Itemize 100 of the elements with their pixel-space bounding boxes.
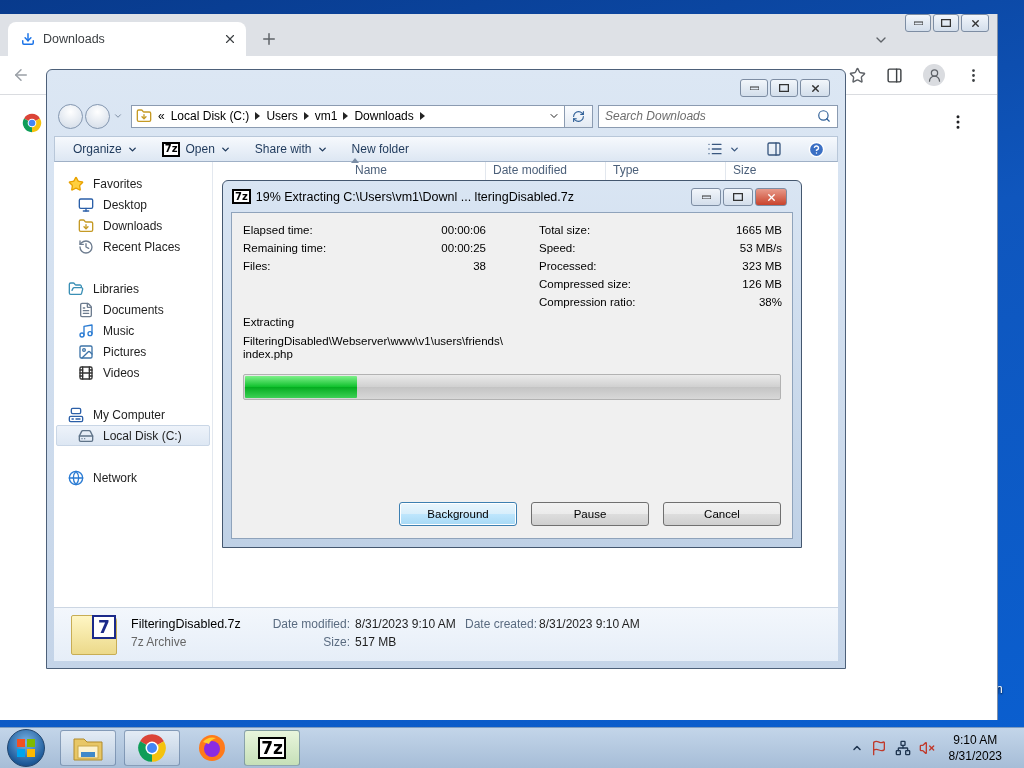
maximize-button[interactable] xyxy=(723,188,753,206)
chevron-icon[interactable] xyxy=(303,112,309,120)
stat-value: 126 MB xyxy=(741,278,782,290)
search-field[interactable]: Search Downloads xyxy=(605,105,813,127)
address-bar[interactable]: « Local Disk (C:) Users vm1 Downloads xyxy=(131,104,566,128)
minimize-icon xyxy=(913,21,923,25)
nav-item[interactable]: Local Disk (C:) xyxy=(56,425,210,446)
overflow-chevron[interactable]: « xyxy=(158,109,165,123)
close-icon xyxy=(809,82,821,94)
preview-pane-icon[interactable] xyxy=(766,141,782,157)
stat-label: Total size: xyxy=(539,224,592,236)
app-logo: 7z xyxy=(258,737,286,759)
taskbar-button[interactable]: 7z xyxy=(244,730,300,766)
stat-label: Files: xyxy=(243,260,272,272)
nav-item[interactable]: Network xyxy=(56,467,210,488)
stat-label: Speed: xyxy=(539,242,577,254)
status-text: Extracting xyxy=(243,315,296,329)
clock-time[interactable]: 9:10 AM xyxy=(953,732,998,748)
stat-value: 00:00:06 xyxy=(441,224,486,236)
view-options-icon[interactable] xyxy=(707,141,723,157)
close-icon xyxy=(969,17,981,29)
back-icon[interactable] xyxy=(12,66,30,84)
stat-value: 38% xyxy=(757,296,782,308)
browser-tab[interactable]: Downloads xyxy=(8,22,246,56)
dialog-button[interactable]: Pause xyxy=(531,502,649,526)
column-header[interactable]: Name xyxy=(348,162,485,180)
stat-label: Elapsed time: xyxy=(243,224,314,236)
breadcrumb-item[interactable]: Users xyxy=(266,109,298,123)
nav-item[interactable]: My Computer xyxy=(56,404,210,425)
toolbar-button[interactable]: 7z Open xyxy=(153,138,239,160)
taskbar-button[interactable] xyxy=(60,730,116,766)
maximize-icon xyxy=(733,193,743,201)
maximize-button[interactable] xyxy=(770,79,798,97)
maximize-icon xyxy=(779,84,789,92)
nav-item[interactable]: Downloads xyxy=(56,215,210,236)
nav-item[interactable]: Recent Places xyxy=(56,236,210,257)
stat-label: Remaining time: xyxy=(243,242,328,254)
app-logo: 7z xyxy=(161,141,181,157)
app-logo: 7z xyxy=(232,189,251,204)
chrome-logo-icon xyxy=(22,113,42,133)
stat-value: 323 MB xyxy=(741,260,782,272)
detail-label: Date modified: xyxy=(271,616,351,633)
clock-icon xyxy=(78,238,94,255)
profile-icon[interactable] xyxy=(923,64,945,86)
taskbar-button[interactable] xyxy=(124,730,180,766)
search-icon xyxy=(817,109,831,123)
volume-muted-icon[interactable] xyxy=(918,740,935,756)
nav-item[interactable]: Desktop xyxy=(56,194,210,215)
help-icon[interactable] xyxy=(808,140,825,158)
refresh-icon xyxy=(572,109,586,123)
stat-value: 38 xyxy=(472,260,486,272)
stat-value: 1665 MB xyxy=(735,224,782,236)
browser-logo-icon[interactable] xyxy=(137,733,167,763)
network-icon[interactable] xyxy=(894,740,911,756)
nav-item[interactable]: Favorites xyxy=(56,173,210,194)
search-box[interactable]: Search Downloads xyxy=(598,104,838,128)
hard-drive-icon xyxy=(78,427,94,444)
stat-label: Compressed size: xyxy=(539,278,633,290)
detail-value: 8/31/2023 9:10 AM xyxy=(539,616,641,633)
nav-item[interactable]: Libraries xyxy=(56,278,210,299)
maximize-icon xyxy=(941,19,951,27)
close-button[interactable] xyxy=(961,14,989,32)
browser-logo-icon xyxy=(198,734,226,762)
maximize-button[interactable] xyxy=(933,14,959,32)
breadcrumb-item[interactable]: Downloads xyxy=(354,109,414,123)
star-icon[interactable] xyxy=(849,66,866,84)
nav-item[interactable]: Videos xyxy=(56,362,210,383)
folder-icon xyxy=(68,280,84,297)
side-panel-icon[interactable] xyxy=(886,66,903,84)
close-button[interactable] xyxy=(755,188,787,206)
monitor-icon xyxy=(78,196,94,213)
close-button[interactable] xyxy=(800,79,830,97)
globe-icon xyxy=(68,469,84,486)
nav-item[interactable]: Documents xyxy=(56,299,210,320)
nav-item[interactable]: Music xyxy=(56,320,210,341)
chevron-icon[interactable] xyxy=(255,112,261,120)
breadcrumb-item[interactable]: vm1 xyxy=(314,109,338,123)
nav-item[interactable]: Pictures xyxy=(56,341,210,362)
detail-value: 517 MB xyxy=(355,634,398,651)
detail-value: 8/31/2023 9:10 AM xyxy=(355,616,457,633)
dialog-button[interactable]: Cancel xyxy=(663,502,781,526)
refresh-button[interactable] xyxy=(565,104,593,128)
folder-icon xyxy=(78,217,94,234)
chevron-icon[interactable] xyxy=(419,112,425,120)
chevron-icon[interactable] xyxy=(343,112,349,120)
close-icon xyxy=(765,191,777,203)
breadcrumb-item[interactable]: Local Disk (C:) xyxy=(170,109,250,123)
music-note-icon xyxy=(78,322,94,339)
clock-date[interactable]: 8/31/2023 xyxy=(948,748,1002,764)
toolbar-button[interactable]: Share with xyxy=(246,138,336,160)
archive-file-icon: 7 xyxy=(71,614,117,655)
toolbar-button[interactable]: New folder xyxy=(343,138,417,160)
start-button[interactable] xyxy=(7,729,45,767)
toolbar-button[interactable]: Organize xyxy=(65,138,146,160)
image-icon xyxy=(78,343,94,360)
dialog-button[interactable]: Background xyxy=(399,502,517,526)
detail-label: Size: xyxy=(322,634,351,651)
new-tab-button[interactable] xyxy=(260,30,278,48)
close-icon[interactable] xyxy=(223,32,237,46)
flag-icon[interactable] xyxy=(870,740,887,756)
